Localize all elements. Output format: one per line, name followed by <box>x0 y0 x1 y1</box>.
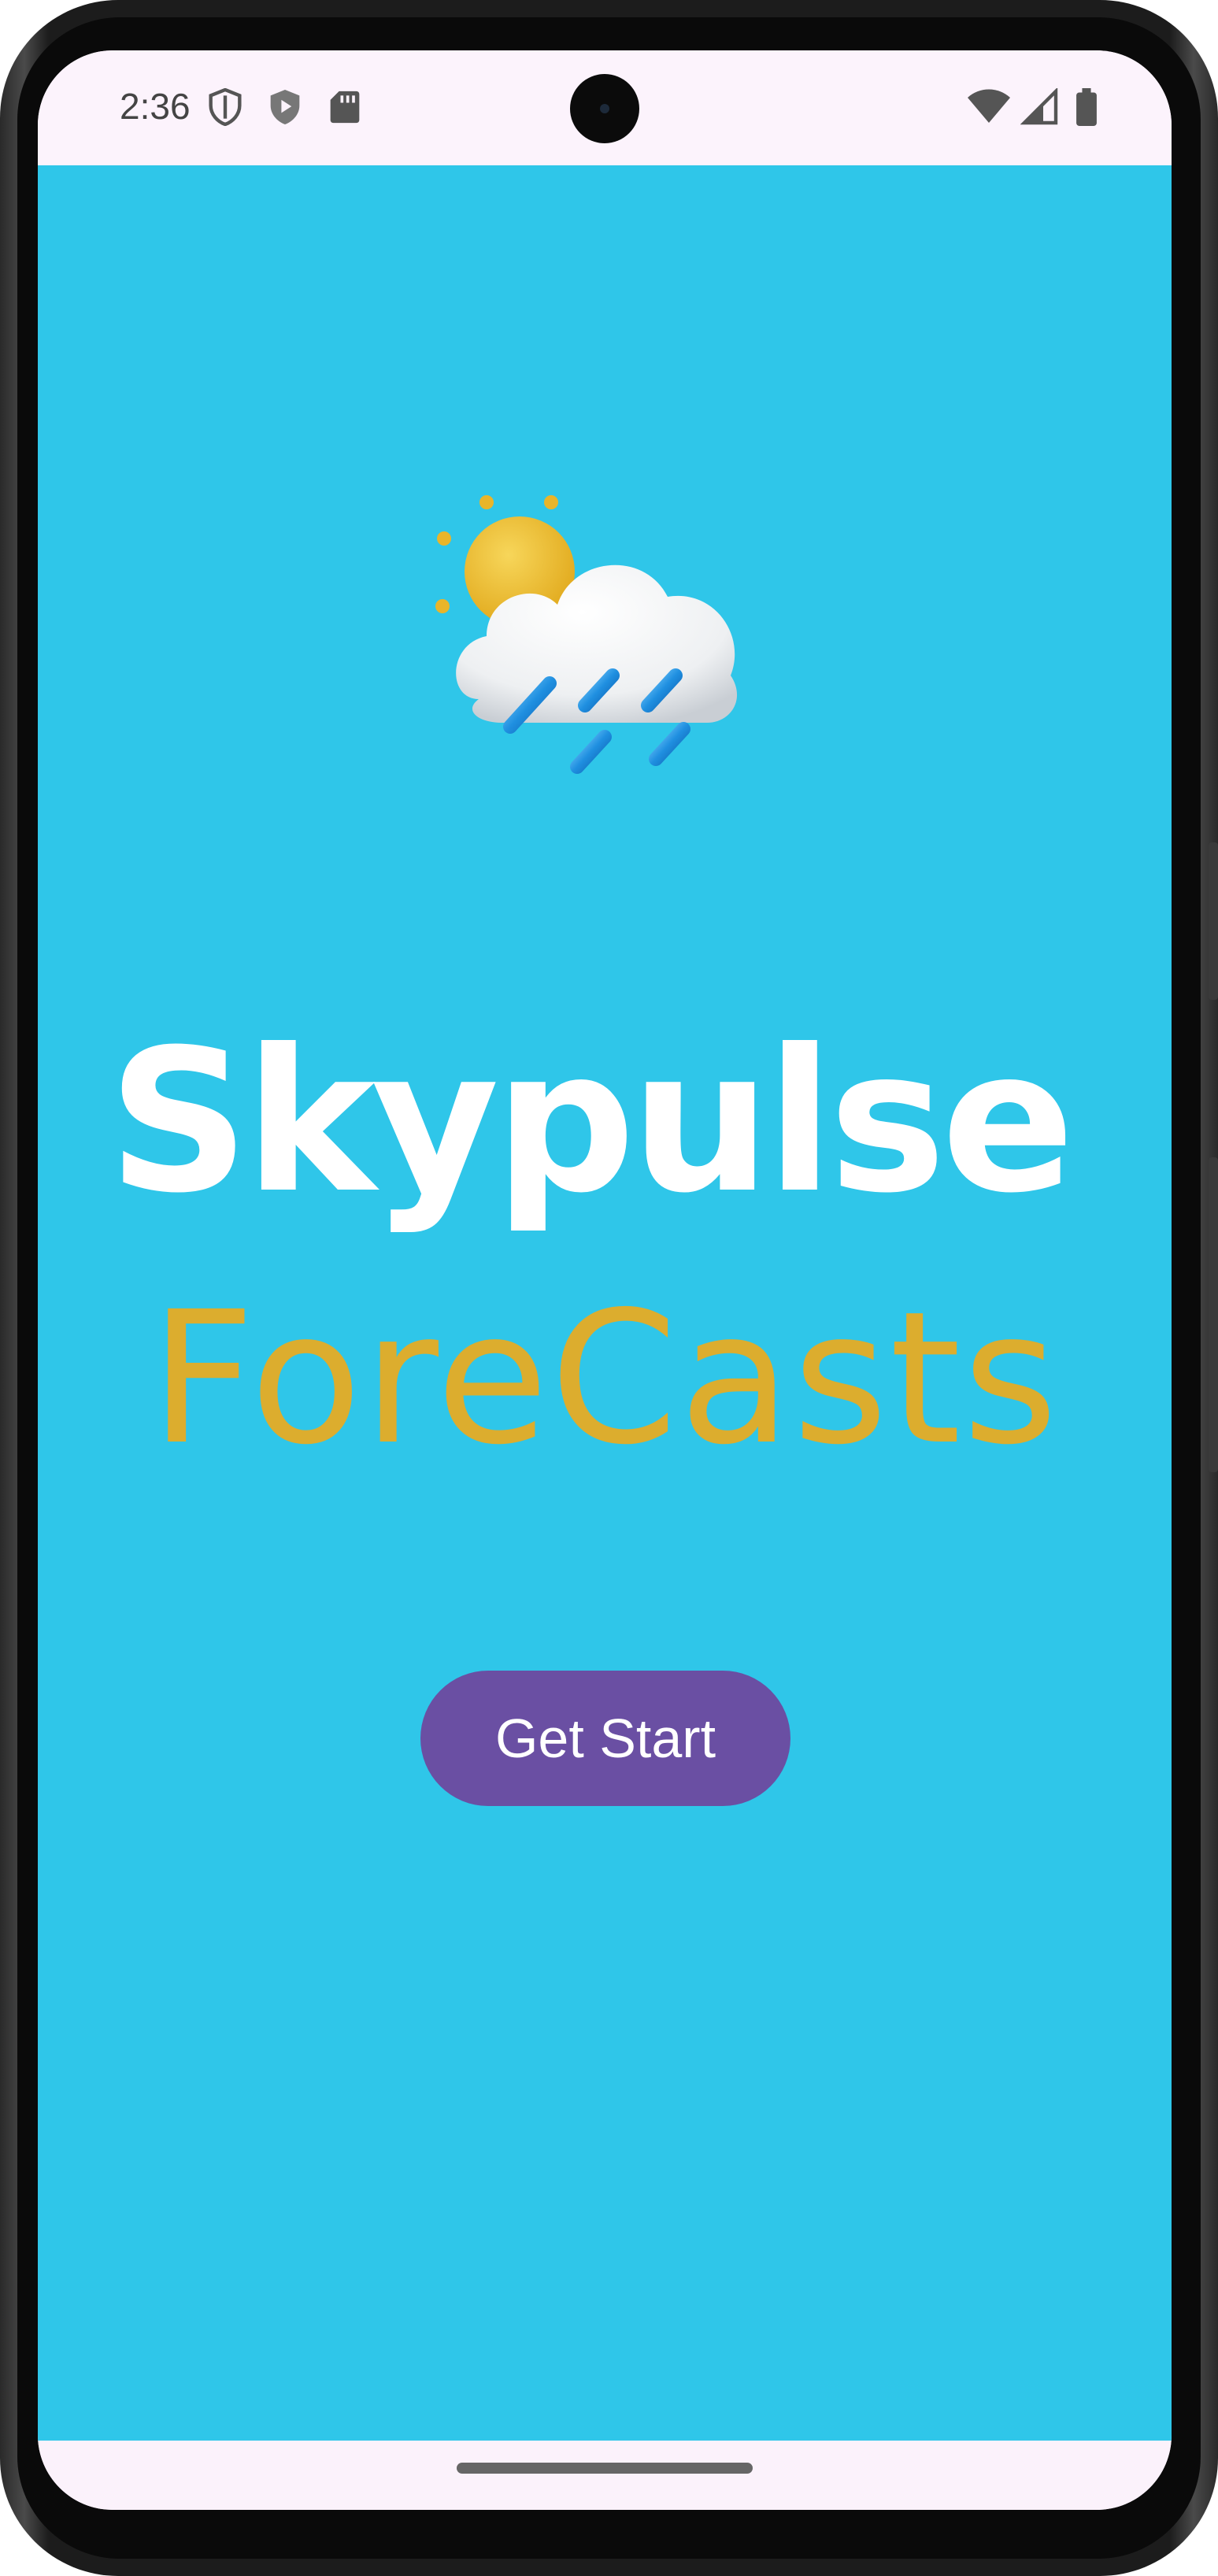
volume-button <box>1209 1157 1218 1472</box>
navigation-bar <box>38 2441 1172 2510</box>
app-title-forecasts: ForeCasts <box>150 1272 1060 1485</box>
sd-card-icon <box>330 91 360 124</box>
wifi-icon <box>968 89 1010 123</box>
gesture-handle[interactable] <box>457 2463 753 2474</box>
sun-cloud-rain-icon <box>435 495 738 774</box>
power-button <box>1209 842 1218 1000</box>
phone-frame: 2:36 Skypulse ForeCasts Get Start <box>0 0 1218 2576</box>
status-bar: 2:36 <box>38 50 1172 165</box>
splash-screen: Skypulse ForeCasts Get Start <box>38 165 1172 2441</box>
cellular-signal-icon <box>1020 88 1058 125</box>
app-title-skypulse: Skypulse <box>107 1007 1075 1236</box>
screen: 2:36 Skypulse ForeCasts Get Start <box>38 50 1172 2510</box>
status-time: 2:36 <box>120 86 191 127</box>
battery-icon <box>1076 88 1097 126</box>
vpn-shield-icon <box>209 88 242 126</box>
play-protect-icon <box>270 90 300 124</box>
get-start-button[interactable]: Get Start <box>420 1671 790 1806</box>
front-camera <box>570 74 639 143</box>
